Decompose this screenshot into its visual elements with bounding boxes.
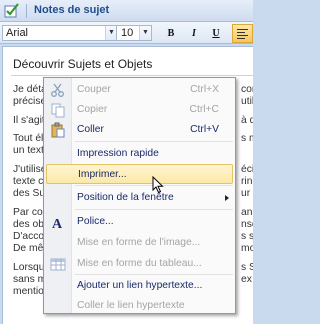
menu-item-shortcut: Ctrl+C	[189, 104, 219, 115]
menu-item-shortcut: Ctrl+X	[190, 84, 219, 95]
underline-button[interactable]: U	[208, 26, 224, 41]
paragraph-line-tail: nse	[241, 219, 253, 230]
scissors-icon	[51, 83, 64, 97]
menu-item-shortcut: Ctrl+V	[190, 124, 219, 135]
paragraph-line-tail: rinc	[241, 176, 253, 187]
menu-item-police[interactable]: A Police...	[46, 212, 233, 232]
menu-item-label: Copier	[77, 104, 108, 115]
copy-icon	[51, 103, 65, 118]
menu-item-label: Impression rapide	[77, 148, 159, 159]
paragraph-line-tail: ur e	[241, 188, 253, 199]
chevron-down-icon[interactable]: ▼	[139, 26, 151, 40]
window-title: Notes de sujet	[34, 4, 110, 16]
menu-item-label: Couper	[77, 84, 111, 95]
font-size-select[interactable]: 10 ▼	[116, 25, 152, 41]
font-family-value: Arial	[6, 27, 29, 39]
paragraph-line-tail: ans	[241, 207, 253, 218]
table-icon	[50, 258, 66, 271]
svg-text:A: A	[52, 217, 63, 230]
italic-button[interactable]: I	[186, 26, 202, 41]
paragraph-line-tail: éci	[241, 164, 253, 175]
paragraph-line-tail: mo	[241, 243, 253, 254]
submenu-arrow-icon	[225, 195, 229, 201]
font-icon: A	[52, 217, 63, 230]
menu-item-position-de-la-fen-tre[interactable]: Position de la fenêtre	[46, 188, 233, 208]
menu-item-impression-rapide[interactable]: Impression rapide	[46, 144, 233, 164]
paragraph-line-tail: s S	[241, 262, 253, 273]
menu-item-label: Coller le lien hypertexte	[77, 300, 185, 311]
menu-separator	[75, 274, 233, 275]
title-separator	[26, 4, 27, 18]
menu-item-label: Imprimer...	[78, 169, 127, 180]
paragraph-line-tail: s so	[241, 231, 253, 242]
mouse-pointer-icon	[152, 176, 164, 194]
menu-item-label: Mise en forme du tableau...	[77, 258, 202, 269]
font-family-select[interactable]: Arial ▼	[2, 25, 118, 41]
menu-separator	[75, 141, 233, 142]
menu-item-coller-le-lien-hypertexte[interactable]: Coller le lien hypertexte	[46, 296, 233, 316]
paragraph-line-tail: con	[241, 84, 253, 95]
paragraph-line-tail: ex	[241, 274, 252, 285]
menu-item-ajouter-un-lien-hypertexte[interactable]: Ajouter un lien hypertexte...	[46, 276, 233, 296]
menu-item-imprimer[interactable]: Imprimer...	[46, 164, 233, 184]
app-check-icon[interactable]	[4, 3, 20, 18]
align-left-button[interactable]	[232, 24, 253, 43]
paragraph-line-tail: s ma	[241, 133, 253, 144]
menu-item-coller[interactable]: Coller Ctrl+V	[46, 120, 233, 140]
paragraph-line-tail: utili	[241, 96, 253, 107]
menu-item-mise-en-forme-du-tableau[interactable]: Mise en forme du tableau...	[46, 254, 233, 274]
menu-item-label: Coller	[77, 124, 104, 135]
menu-item-label: Mise en forme de l'image...	[77, 237, 201, 248]
format-toolbar: Arial ▼ 10 ▼ B I U	[0, 22, 253, 44]
paragraph-line-tail: à de	[241, 115, 253, 126]
menu-item-label: Police...	[77, 216, 114, 227]
font-size-value: 10	[121, 27, 134, 39]
menu-separator	[75, 209, 233, 210]
paste-icon	[51, 122, 65, 138]
menu-item-mise-en-forme-de-l-image[interactable]: Mise en forme de l'image...	[46, 233, 233, 253]
title-bar: Notes de sujet	[0, 0, 253, 22]
menu-item-couper[interactable]: Couper Ctrl+X	[46, 80, 233, 100]
menu-item-copier[interactable]: Copier Ctrl+C	[46, 100, 233, 120]
menu-item-label: Ajouter un lien hypertexte...	[77, 280, 203, 291]
document-heading: Découvrir Sujets et Objets	[13, 57, 153, 71]
heading-divider	[11, 75, 253, 76]
context-menu: Couper Ctrl+X Copier Ctrl+C Coller Ctrl+V Impr…	[43, 77, 236, 314]
bold-button[interactable]: B	[163, 26, 179, 41]
